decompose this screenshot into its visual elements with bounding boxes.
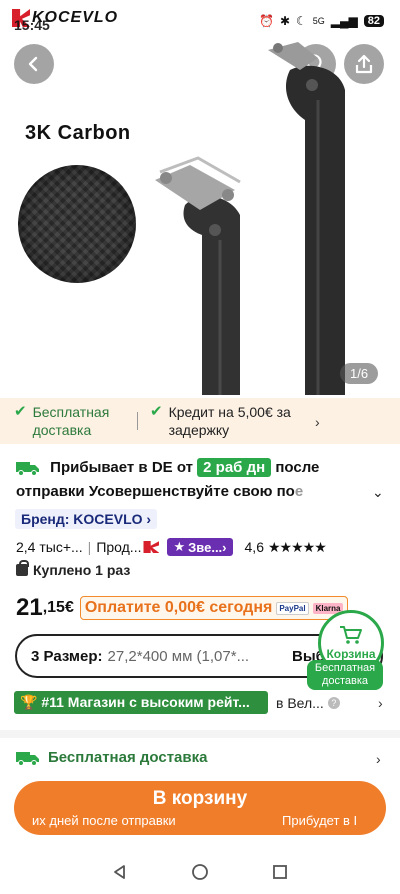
free-shipping-benefit: ✔ Бесплатная доставка — [14, 403, 134, 439]
chevron-right-icon[interactable]: › — [315, 414, 320, 430]
help-icon[interactable]: ? — [327, 696, 340, 709]
image-pager: 1/6 — [340, 363, 379, 384]
carbon-label: 3K Carbon — [25, 122, 131, 144]
delay-credit-benefit-label: Кредит на 5,00€ за задержку — [168, 404, 291, 438]
price-row: 21 ,15€ Оплатите 0,00€ сегодня PayPal Kl… — [16, 594, 349, 622]
check-icon: ✔ — [14, 403, 27, 420]
add-to-cart-button[interactable]: В корзину их дней после отправки Прибуде… — [14, 781, 386, 835]
chevron-down-icon[interactable]: ⌄ — [372, 484, 384, 501]
purchase-count: Куплено 1 раз — [16, 560, 131, 578]
shop-rank-row[interactable]: 🏆 #11 Магазин с высоким рейт... в Вел...… — [14, 691, 394, 714]
size-label: 3 Размер: — [31, 647, 103, 665]
chevron-right-icon[interactable]: › — [378, 695, 383, 711]
benefits-bar[interactable]: ✔ Бесплатная доставка ✔ Кредит на 5,00€ … — [0, 398, 400, 444]
status-time: 15:45 — [14, 17, 50, 33]
paypal-logo: PayPal — [276, 601, 309, 615]
product-stats: 2,4 тыс+... | Прод... ★ Зве... › 4,6 ★★★… — [16, 538, 327, 556]
seller-logo — [143, 541, 160, 553]
truck-icon — [16, 751, 39, 766]
delivery-days-badge: 2 раб дн — [197, 458, 272, 477]
free-shipping-row[interactable]: Бесплатная доставка — [16, 749, 207, 766]
cart-fab-tag: Бесплатная доставка — [307, 660, 383, 690]
cart-fab-label: Корзина — [326, 647, 376, 661]
check-icon: ✔ — [150, 403, 163, 420]
bluetooth-icon: ✱ — [279, 14, 290, 28]
shop-location: в Вел... — [276, 694, 324, 711]
delivery-estimate: Прибывает в DE от 2 раб дн после отправк… — [16, 456, 361, 504]
add-to-cart-sub-left: их дней после отправки — [32, 813, 176, 828]
nav-recents-icon[interactable] — [271, 863, 289, 881]
rating-value: 4,6 — [244, 539, 264, 555]
bag-icon — [16, 560, 29, 576]
shop-rank-label: #11 Магазин с высоким рейт... — [41, 694, 250, 710]
product-title[interactable]: Усовершенствуйте свою по — [89, 483, 295, 500]
product-title-fade: е — [294, 483, 304, 500]
seatpost-image — [155, 42, 345, 395]
shop-rank-badge: 🏆 #11 Магазин с высоким рейт... — [14, 691, 268, 714]
purchase-count-label: Куплено 1 раз — [33, 562, 131, 578]
size-value: 27,2*400 мм (1,07*... — [107, 647, 250, 665]
section-divider — [0, 730, 400, 738]
seller-label[interactable]: Прод... — [96, 539, 141, 555]
star-seller-badge[interactable]: ★ Зве... › — [167, 538, 233, 556]
star-seller-badge-label: Зве... — [188, 539, 223, 555]
brand-link[interactable]: Бренд: KOCEVLO › — [15, 509, 158, 529]
delivery-prefix: Прибывает в DE от — [50, 459, 193, 476]
back-button[interactable] — [14, 44, 54, 84]
nav-home-icon[interactable] — [191, 863, 209, 881]
alarm-icon: ⏰ — [258, 14, 274, 28]
delay-credit-benefit: ✔ Кредит на 5,00€ за задержку — [150, 403, 320, 439]
free-shipping-benefit-label: Бесплатная доставка — [32, 404, 110, 438]
truck-icon — [16, 462, 39, 477]
network-label: 5G — [312, 16, 325, 26]
sold-count: 2,4 тыс+... — [16, 539, 83, 555]
add-to-cart-label: В корзину — [152, 788, 248, 809]
signal-icon: ▂▄▆ — [330, 14, 358, 28]
status-icons: ⏰ ✱ ☾ 5G ▂▄▆ 82 — [259, 14, 384, 28]
rating-stars[interactable]: ★★★★★ — [268, 539, 327, 556]
carbon-weave-swatch — [18, 165, 136, 283]
nav-back-icon[interactable] — [111, 863, 129, 881]
dnd-icon: ☾ — [296, 14, 307, 28]
price-whole: 21 — [16, 594, 43, 621]
chevron-left-icon — [28, 56, 38, 72]
price-cents: ,15€ — [42, 599, 74, 616]
add-to-cart-sub-right: Прибудет в I — [282, 813, 358, 828]
cart-icon — [340, 626, 362, 644]
benefits-divider — [137, 412, 138, 430]
brand-link-label: Бренд: KOCEVLO — [21, 511, 143, 527]
system-nav-bar — [0, 850, 400, 894]
chevron-right-icon[interactable]: › — [376, 751, 381, 767]
free-shipping-label: Бесплатная доставка — [48, 749, 208, 766]
battery-indicator: 82 — [363, 15, 384, 27]
pay-later-chip[interactable]: Оплатите 0,00€ сегодня PayPal Klarna — [79, 596, 349, 620]
pay-later-label: Оплатите 0,00€ сегодня — [84, 599, 273, 616]
product-image-gallery[interactable]: KOCEVLO 15:45 ⏰ ✱ ☾ 5G ▂▄▆ 82 3K Carbon — [0, 0, 400, 398]
